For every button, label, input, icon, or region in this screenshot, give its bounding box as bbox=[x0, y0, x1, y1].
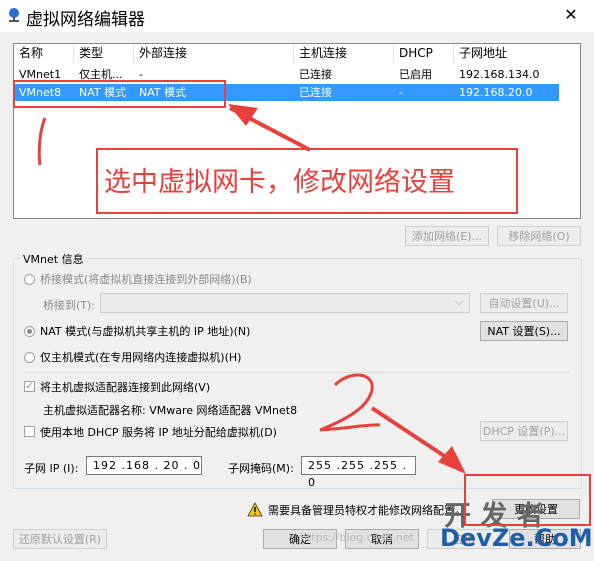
annotation-arrows bbox=[37, 104, 466, 474]
